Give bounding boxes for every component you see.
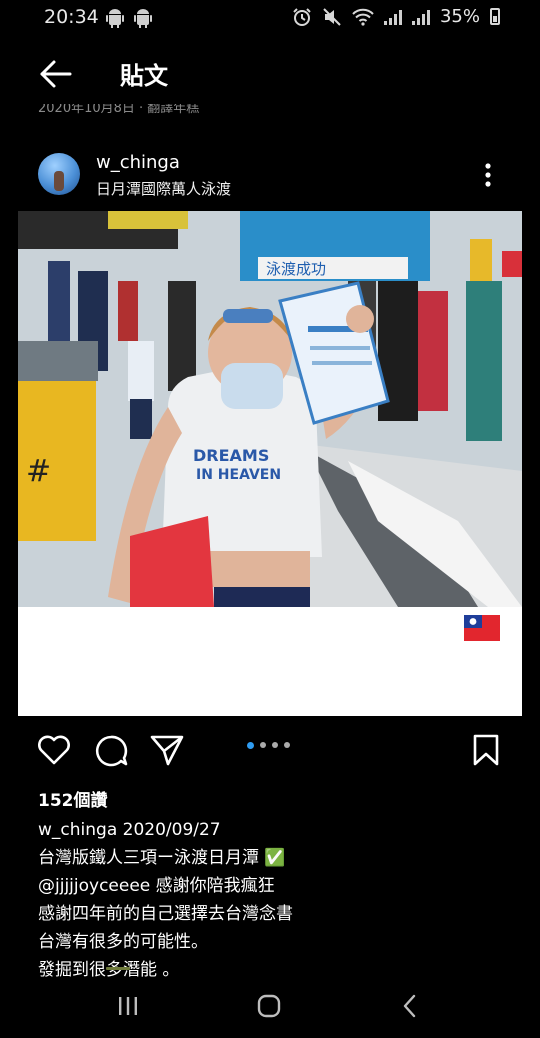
carousel-dot <box>272 742 278 748</box>
svg-text:IN HEAVEN: IN HEAVEN <box>196 467 281 483</box>
signal-icon <box>411 9 430 25</box>
home-icon[interactable] <box>256 993 282 1019</box>
status-system-icons: 35% <box>292 6 500 27</box>
status-notification-icons <box>106 8 152 28</box>
svg-text:DREAMS: DREAMS <box>193 446 269 465</box>
post-location[interactable]: 日月潭國際萬人泳渡 <box>96 178 231 199</box>
heart-icon[interactable] <box>36 734 72 766</box>
post-photo[interactable]: 泳渡成功 # DREAMS IN HEAVEN <box>18 211 522 607</box>
carousel-dot <box>247 741 254 749</box>
signal-icon <box>383 9 402 25</box>
alarm-icon <box>293 7 311 26</box>
clipped-previous-text: 2020年10月8日 · 翻譯年糕 <box>38 104 200 116</box>
post-action-bar <box>0 726 540 774</box>
caption-username[interactable]: w_chinga <box>38 820 117 840</box>
caption-line: 感謝四年前的自己選擇去台灣念書 <box>38 904 293 924</box>
caption-date: 2020/09/27 <box>122 820 221 840</box>
caption-header: w_chinga 2020/09/27 <box>38 816 518 844</box>
battery-percent: 35% <box>439 6 480 27</box>
bookmark-icon[interactable] <box>472 734 500 766</box>
likes-count[interactable]: 152個讚 <box>38 786 108 811</box>
more-options-icon[interactable] <box>478 160 498 190</box>
recents-icon[interactable] <box>116 994 140 1018</box>
caption-mention-rest: 感謝你陪我瘋狂 <box>150 876 275 896</box>
svg-text:#: # <box>26 454 51 489</box>
taiwan-flag-icon <box>464 615 500 645</box>
caption-mention[interactable]: @jjjjjoyceeee <box>38 876 150 896</box>
system-nav-bar <box>0 980 540 1038</box>
mute-icon <box>323 7 341 26</box>
app-header: 貼文 <box>0 40 540 104</box>
caption-line: 台灣有很多的可能性。 <box>38 932 208 952</box>
carousel-dot <box>260 742 266 748</box>
status-bar: 20:34 35% <box>0 0 540 36</box>
banner-text: 泳渡成功 <box>266 260 326 278</box>
photo-illustration: 泳渡成功 # DREAMS IN HEAVEN <box>18 211 522 607</box>
status-time: 20:34 <box>44 6 99 28</box>
share-icon[interactable] <box>150 734 184 766</box>
photo-caption-strip <box>18 607 522 716</box>
caption-line: 台灣版鐵人三項ー泳渡日月潭 ✅ <box>38 848 286 868</box>
comment-icon[interactable] <box>94 734 128 768</box>
scroll-fade-mark <box>106 967 130 970</box>
android-icon <box>106 9 124 28</box>
post-caption: w_chinga 2020/09/27 台灣版鐵人三項ー泳渡日月潭 ✅ @jjj… <box>38 816 518 984</box>
carousel-dot <box>284 742 290 748</box>
caption-line: @jjjjjoyceeee 感謝你陪我瘋狂 <box>38 872 518 900</box>
wifi-icon <box>352 8 374 26</box>
avatar[interactable] <box>38 153 80 195</box>
android-icon <box>134 9 152 28</box>
post-username[interactable]: w_chinga <box>96 152 180 173</box>
back-arrow-icon[interactable] <box>36 54 76 94</box>
battery-icon <box>490 8 500 25</box>
carousel-indicator <box>247 741 290 749</box>
back-nav-icon[interactable] <box>400 993 420 1019</box>
page-title: 貼文 <box>120 62 168 90</box>
